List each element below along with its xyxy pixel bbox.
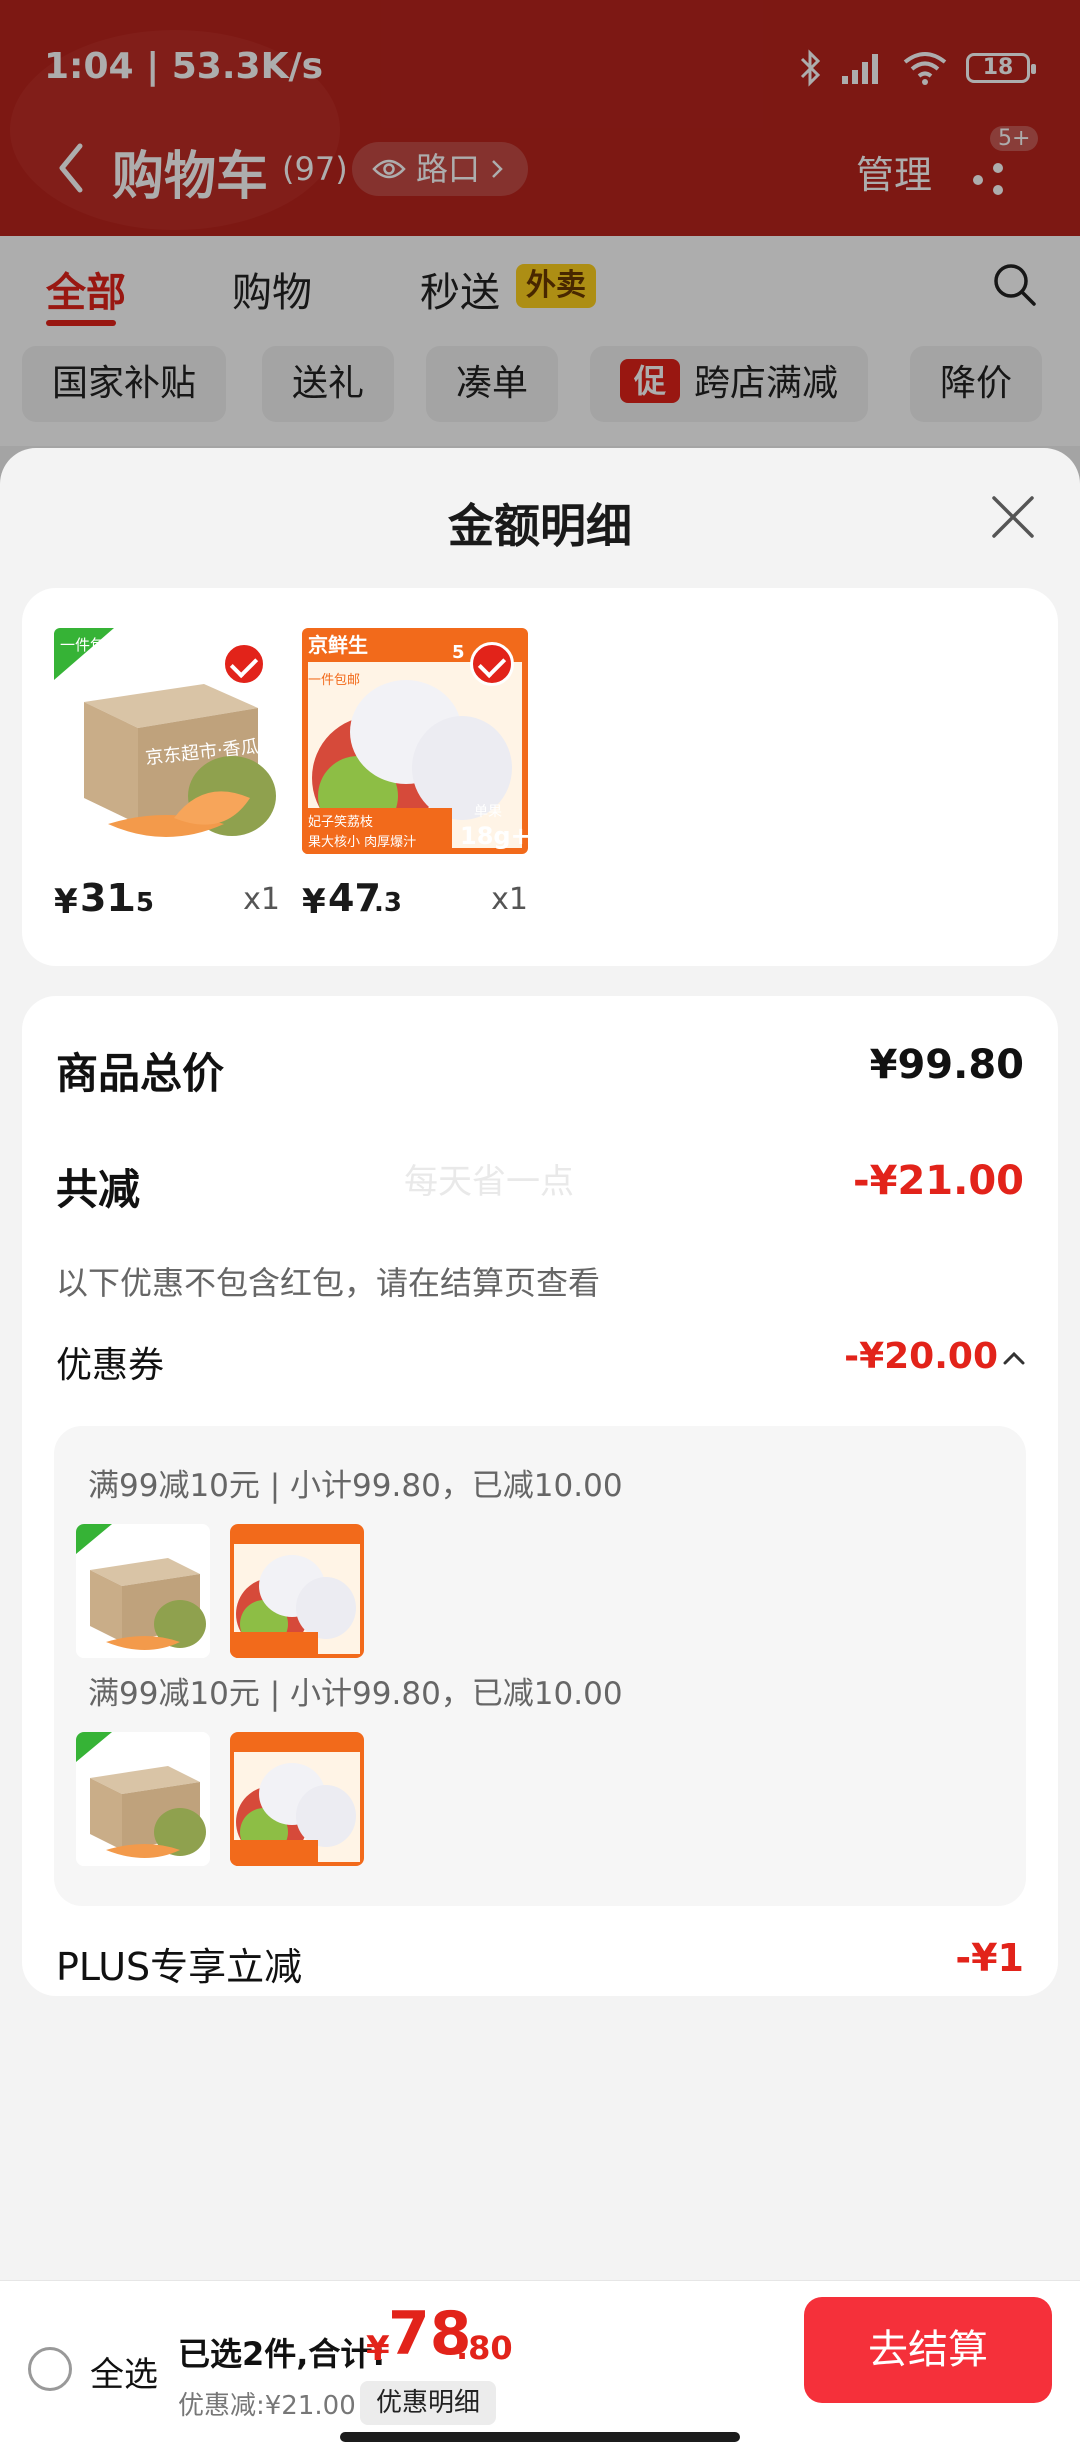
checked-icon[interactable] bbox=[222, 642, 266, 686]
total-price-value: ¥99.80 bbox=[869, 1042, 1024, 1088]
chevron-up-icon[interactable] bbox=[1000, 1346, 1028, 1370]
product-price-row: ¥ 47 .3 x1 bbox=[302, 874, 528, 924]
coupon-product-thumb bbox=[76, 1732, 210, 1866]
currency-symbol: ¥ bbox=[54, 882, 78, 922]
coupon-detail-box: 满99减10元 | 小计99.80，已减10.00 满99减10元 | 小计99… bbox=[54, 1426, 1026, 1906]
total-currency: ¥ bbox=[366, 2329, 390, 2369]
free-shipping-tag: 一件包邮 bbox=[308, 673, 360, 688]
product-subtitle-1: 妃子笑荔枝 bbox=[308, 814, 373, 830]
product-item[interactable]: 京鲜生 一件包邮 5 妃子笑荔枝 果大核小 肉厚爆汁 单果 18g+ ¥ 47 … bbox=[302, 628, 528, 924]
product-quantity: x1 bbox=[491, 882, 528, 917]
currency-symbol: ¥ bbox=[302, 882, 326, 922]
selected-products-card: 京东超市·香瓜 一件包邮 ¥ 31 .5 x1 京鲜生 一件包邮 5 妃子笑荔枝… bbox=[22, 588, 1058, 966]
coupon-line: 满99减10元 | 小计99.80，已减10.00 bbox=[88, 1468, 623, 1504]
product-quantity: x1 bbox=[243, 882, 280, 917]
coupon-label: 优惠券 bbox=[56, 1345, 165, 1386]
total-decimal: .80 bbox=[456, 2329, 513, 2367]
coupon-product-thumb bbox=[230, 1524, 364, 1658]
product-image-lychee[interactable]: 京鲜生 一件包邮 5 妃子笑荔枝 果大核小 肉厚爆汁 单果 18g+ bbox=[302, 628, 528, 854]
select-all-radio[interactable] bbox=[28, 2347, 72, 2391]
total-price-label: 商品总价 bbox=[56, 1049, 225, 1098]
total-reduction-label: 共减 bbox=[56, 1165, 141, 1214]
coupon-line: 满99减10元 | 小计99.80，已减10.00 bbox=[88, 1676, 623, 1712]
discount-summary: 优惠减:¥21.00 bbox=[178, 2391, 356, 2421]
spec-value: 18g+ bbox=[460, 822, 528, 850]
selected-summary: 已选2件,合计: bbox=[178, 2335, 386, 2373]
select-all-label[interactable]: 全选 bbox=[90, 2347, 158, 2396]
checked-icon[interactable] bbox=[470, 642, 514, 686]
sheet-title: 金额明细 bbox=[448, 499, 632, 553]
coupon-product-thumb bbox=[230, 1732, 364, 1866]
coupon-value[interactable]: -¥20.00 bbox=[844, 1336, 998, 1377]
checkout-button[interactable]: 去结算 bbox=[804, 2297, 1052, 2403]
pack-badge: 5 bbox=[452, 642, 465, 663]
home-indicator[interactable] bbox=[340, 2432, 740, 2442]
amount-detail-sheet: 金额明细 京东超市·香瓜 一件包邮 ¥ 31 .5 x1 京鲜生 一件包邮 5 … bbox=[0, 448, 1080, 2460]
product-item[interactable]: 京东超市·香瓜 一件包邮 ¥ 31 .5 x1 bbox=[54, 628, 280, 924]
free-shipping-ribbon: 一件包邮 bbox=[60, 636, 120, 654]
product-subtitle-2: 果大核小 肉厚爆汁 bbox=[308, 835, 416, 850]
price-integer: 31 bbox=[80, 876, 133, 920]
brand-label: 京鲜生 bbox=[308, 633, 368, 657]
total-reduction-value: -¥21.00 bbox=[853, 1158, 1024, 1204]
discount-detail-button[interactable]: 优惠明细 bbox=[360, 2381, 497, 2425]
product-price-row: ¥ 31 .5 x1 bbox=[54, 874, 280, 924]
product-image-melon[interactable]: 京东超市·香瓜 一件包邮 bbox=[54, 628, 280, 854]
price-decimal: .5 bbox=[126, 888, 154, 918]
close-icon[interactable] bbox=[988, 492, 1038, 542]
price-decimal: .3 bbox=[374, 888, 402, 918]
price-integer: 47 bbox=[328, 876, 381, 920]
coupon-product-thumb bbox=[76, 1524, 210, 1658]
spec-label: 单果 bbox=[474, 804, 502, 820]
watermark-text: 每天省一点 bbox=[404, 1162, 574, 1202]
plus-discount-value: -¥1 bbox=[955, 1936, 1024, 1980]
discount-note: 以下优惠不包含红包，请在结算页查看 bbox=[56, 1264, 601, 1302]
price-summary-card: 商品总价 ¥99.80 共减 每天省一点 -¥21.00 以下优惠不包含红包，请… bbox=[22, 996, 1058, 1996]
plus-discount-label: PLUS专享立减 bbox=[56, 1945, 303, 1989]
